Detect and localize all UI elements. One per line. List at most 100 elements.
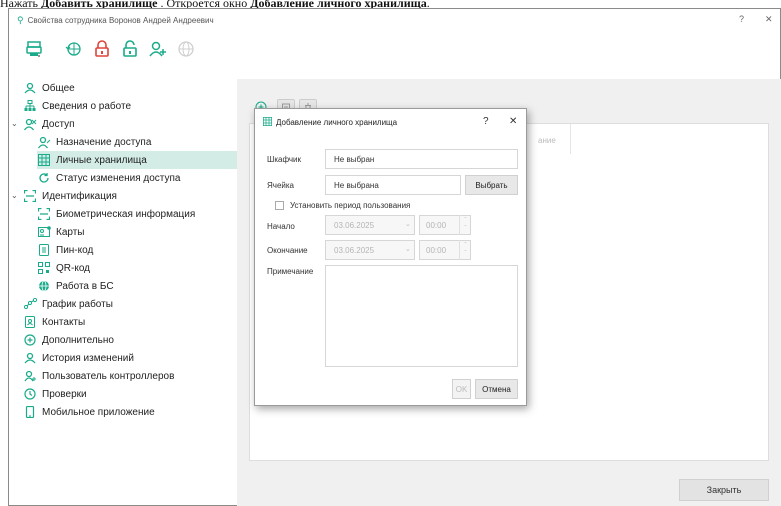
tree-item-label: Мобильное приложение <box>42 406 155 418</box>
window-titlebar: ⚲ Свойства сотрудника Воронов Андрей Анд… <box>9 9 780 31</box>
card-icon <box>37 225 51 239</box>
window-title: Свойства сотрудника Воронов Андрей Андре… <box>27 15 214 25</box>
tree-item-label: Назначение доступа <box>56 136 152 148</box>
tree-item-personal-storage[interactable]: Личные хранилища <box>37 151 241 169</box>
unlock-icon[interactable] <box>119 38 141 60</box>
globe-icon <box>37 279 51 293</box>
tree-item-biometric[interactable]: Биометрическая информация <box>37 205 195 223</box>
tree-item-label: Карты <box>56 226 85 238</box>
contacts-icon <box>23 315 37 329</box>
period-checkbox[interactable] <box>275 201 284 210</box>
grid-icon <box>37 153 51 167</box>
tree-item-access-assignment[interactable]: Назначение доступа <box>37 133 151 151</box>
person-icon <box>23 81 37 95</box>
end-date-field[interactable]: 03.06.2025 <box>325 240 415 260</box>
refresh-icon <box>37 171 51 185</box>
period-checkbox-label: Установить период пользования <box>290 201 411 210</box>
tree-item-additional[interactable]: Дополнительно <box>23 331 114 349</box>
chevron-down-icon: ⌄ <box>405 246 411 253</box>
ok-button[interactable]: OK <box>452 379 471 399</box>
start-time-spinner[interactable]: ˆˇ <box>459 215 471 235</box>
locker-label: Шкафчик <box>267 155 301 164</box>
tree-item-label: Работа в БС <box>56 280 114 292</box>
tree-item-label: График работы <box>42 298 113 310</box>
scan-icon <box>37 207 51 221</box>
tree-item-label: Доступ <box>42 118 75 130</box>
schedule-icon <box>23 297 37 311</box>
scan-icon <box>23 189 37 203</box>
help-button[interactable]: ? <box>739 14 744 24</box>
locker-field[interactable]: Не выбран <box>325 149 518 169</box>
start-date-field[interactable]: 03.06.2025 <box>325 215 415 235</box>
tree-item-controller-user[interactable]: Пользователь контроллеров <box>23 367 174 385</box>
tree-item-label: Общее <box>42 82 75 94</box>
tree-item-pin[interactable]: Пин-код <box>37 241 93 259</box>
dialog-title-bar: Добавление личного хранилища <box>263 117 397 128</box>
add-access-icon[interactable] <box>147 38 169 60</box>
start-label: Начало <box>267 222 295 231</box>
toolbar <box>23 36 203 62</box>
tree-item-label: Идентификация <box>42 190 117 202</box>
tree-item-contacts[interactable]: Контакты <box>23 313 85 331</box>
tree-item-general[interactable]: Общее <box>23 79 75 97</box>
access-assign-icon <box>37 135 51 149</box>
tree-item-access-status[interactable]: Статус изменения доступа <box>37 169 180 187</box>
clock-icon <box>23 387 37 401</box>
note-textarea[interactable] <box>325 265 518 367</box>
instruction-text: Нажать Добавить хранилище . Откроется ок… <box>0 0 430 8</box>
column-header-hint: ание <box>538 136 556 145</box>
tree-item-qr[interactable]: QR-код <box>37 259 90 277</box>
add-personal-storage-dialog: Добавление личного хранилища ? ✕ Шкафчик… <box>254 108 527 406</box>
column-divider <box>570 124 571 154</box>
globe-icon <box>175 38 197 60</box>
tree-item-checks[interactable]: Проверки <box>23 385 87 403</box>
select-button[interactable]: Выбрать <box>465 175 518 195</box>
tree-item-work-info[interactable]: Сведения о работе <box>23 97 131 115</box>
chevron-down-icon[interactable]: ⌄ <box>11 119 18 128</box>
cancel-button[interactable]: Отмена <box>475 379 518 399</box>
dialog-help-button[interactable]: ? <box>483 116 489 127</box>
note-label: Примечание <box>267 267 314 276</box>
tree-item-label: Пин-код <box>56 244 94 256</box>
lock-icon[interactable] <box>91 38 113 60</box>
add-person-icon <box>23 369 37 383</box>
phone-icon <box>23 405 37 419</box>
tree-item-schedule[interactable]: График работы <box>23 295 113 313</box>
cell-label: Ячейка <box>267 181 294 190</box>
cell-field[interactable]: Не выбрана <box>325 175 461 195</box>
user-icon: ⚲ <box>17 14 24 25</box>
dialog-close-button[interactable]: ✕ <box>509 116 517 127</box>
tree-item-label: QR-код <box>56 262 90 274</box>
plus-circle-icon <box>23 333 37 347</box>
close-button[interactable]: Закрыть <box>679 479 769 501</box>
chevron-down-icon: ⌄ <box>405 221 411 228</box>
grid-icon <box>263 117 272 128</box>
tree-item-label: Статус изменения доступа <box>56 172 181 184</box>
tree-item-cards[interactable]: Карты <box>37 223 85 241</box>
end-label: Окончание <box>267 246 308 255</box>
tree-item-access[interactable]: Доступ <box>23 115 75 133</box>
tree-item-label: Дополнительно <box>42 334 114 346</box>
chevron-down-icon[interactable]: ⌄ <box>11 191 18 200</box>
print-icon[interactable] <box>23 38 45 60</box>
tree-item-label: Контакты <box>42 316 86 328</box>
sync-access-icon[interactable] <box>63 38 85 60</box>
tree-item-label: История изменений <box>42 352 134 364</box>
tree-item-label: Биометрическая информация <box>56 208 196 220</box>
tree-item-label: Сведения о работе <box>42 100 132 112</box>
access-icon <box>23 117 37 131</box>
tree-item-history[interactable]: История изменений <box>23 349 134 367</box>
tree-item-label: Пользователь контроллеров <box>42 370 175 382</box>
tree-item-label: Проверки <box>42 388 87 400</box>
pin-icon <box>37 243 51 257</box>
window-close-button[interactable]: ✕ <box>765 14 773 25</box>
qr-icon <box>37 261 51 275</box>
person-icon <box>23 351 37 365</box>
tree-item-bs-work[interactable]: Работа в БС <box>37 277 114 295</box>
tree-item-label: Личные хранилища <box>56 154 147 166</box>
org-chart-icon <box>23 99 37 113</box>
dialog-title: Добавление личного хранилища <box>276 118 398 127</box>
end-time-spinner[interactable]: ˆˇ <box>459 240 471 260</box>
tree-item-mobile-app[interactable]: Мобильное приложение <box>23 403 155 421</box>
tree-item-identification[interactable]: Идентификация <box>23 187 117 205</box>
